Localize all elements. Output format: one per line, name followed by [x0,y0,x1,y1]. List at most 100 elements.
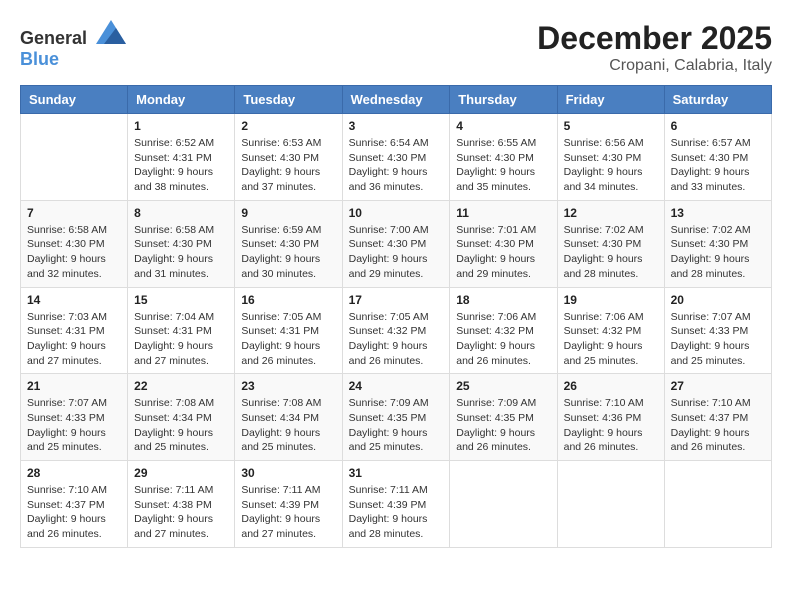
calendar-cell: 12Sunrise: 7:02 AMSunset: 4:30 PMDayligh… [557,200,664,287]
day-number: 21 [27,379,121,393]
day-info: Sunrise: 7:09 AMSunset: 4:35 PMDaylight:… [349,396,444,455]
calendar-cell: 30Sunrise: 7:11 AMSunset: 4:39 PMDayligh… [235,461,342,548]
calendar-cell: 10 Sunrise: 7:00 AMSunset: 4:30 PMDayligh… [342,200,450,287]
day-info: Sunrise: 7:11 AMSunset: 4:39 PMDaylight:… [349,483,444,542]
weekday-header-sunday: Sunday [21,86,128,114]
logo-general: General [20,28,87,48]
day-number: 8 [134,206,228,220]
calendar-cell [450,461,557,548]
day-number: 25 [456,379,550,393]
day-info: Sunrise: 7:02 AMSunset: 4:30 PMDaylight:… [564,223,658,282]
day-info: Sunrise: 7:05 AMSunset: 4:32 PMDaylight:… [349,310,444,369]
day-number: 24 [349,379,444,393]
day-info: Sunrise: 7:02 AMSunset: 4:30 PMDaylight:… [671,223,765,282]
day-number: 5 [564,119,658,133]
calendar-cell: 31 Sunrise: 7:11 AMSunset: 4:39 PMDayligh… [342,461,450,548]
calendar-cell: 15 Sunrise: 7:04 AMSunset: 4:31 PMDayligh… [128,287,235,374]
day-info: Sunrise: 7:07 AMSunset: 4:33 PMDaylight:… [27,396,121,455]
day-number: 18 [456,293,550,307]
calendar-cell: 23 Sunrise: 7:08 AMSunset: 4:34 PMDayligh… [235,374,342,461]
calendar-cell: 29Sunrise: 7:11 AMSunset: 4:38 PMDayligh… [128,461,235,548]
day-number: 31 [349,466,444,480]
calendar-cell [664,461,771,548]
calendar-cell: 9 Sunrise: 6:59 AMSunset: 4:30 PMDaylight… [235,200,342,287]
calendar-week-row: 7 Sunrise: 6:58 AMSunset: 4:30 PMDaylight… [21,200,772,287]
day-info: Sunrise: 7:10 AMSunset: 4:36 PMDaylight:… [564,396,658,455]
calendar-cell: 8 Sunrise: 6:58 AMSunset: 4:30 PMDaylight… [128,200,235,287]
calendar-cell: 24 Sunrise: 7:09 AMSunset: 4:35 PMDayligh… [342,374,450,461]
location-title: Cropani, Calabria, Italy [537,57,772,75]
month-title: December 2025 [537,20,772,57]
day-info: Sunrise: 7:11 AMSunset: 4:39 PMDaylight:… [241,483,335,542]
calendar-cell: 14Sunrise: 7:03 AMSunset: 4:31 PMDayligh… [21,287,128,374]
calendar-week-row: 1Sunrise: 6:52 AMSunset: 4:31 PMDaylight… [21,114,772,201]
day-number: 29 [134,466,228,480]
calendar-cell: 28 Sunrise: 7:10 AMSunset: 4:37 PMDayligh… [21,461,128,548]
day-number: 2 [241,119,335,133]
day-info: Sunrise: 7:08 AMSunset: 4:34 PMDaylight:… [241,396,335,455]
weekday-header-saturday: Saturday [664,86,771,114]
day-number: 15 [134,293,228,307]
day-info: Sunrise: 7:06 AMSunset: 4:32 PMDaylight:… [564,310,658,369]
day-info: Sunrise: 7:01 AMSunset: 4:30 PMDaylight:… [456,223,550,282]
calendar-cell: 4 Sunrise: 6:55 AMSunset: 4:30 PMDaylight… [450,114,557,201]
day-number: 4 [456,119,550,133]
calendar-cell: 25 Sunrise: 7:09 AMSunset: 4:35 PMDayligh… [450,374,557,461]
day-info: Sunrise: 7:07 AMSunset: 4:33 PMDaylight:… [671,310,765,369]
calendar-cell: 26 Sunrise: 7:10 AMSunset: 4:36 PMDayligh… [557,374,664,461]
day-info: Sunrise: 7:00 AMSunset: 4:30 PMDaylight:… [349,223,444,282]
calendar-cell: 21 Sunrise: 7:07 AMSunset: 4:33 PMDayligh… [21,374,128,461]
calendar-cell: 5 Sunrise: 6:56 AMSunset: 4:30 PMDaylight… [557,114,664,201]
day-number: 10 [349,206,444,220]
day-info: Sunrise: 6:57 AMSunset: 4:30 PMDaylight:… [671,136,765,195]
calendar-cell: 13 Sunrise: 7:02 AMSunset: 4:30 PMDayligh… [664,200,771,287]
weekday-header-tuesday: Tuesday [235,86,342,114]
day-number: 19 [564,293,658,307]
page-header: General Blue December 2025 Cropani, Cala… [20,20,772,75]
day-number: 16 [241,293,335,307]
day-number: 9 [241,206,335,220]
calendar-cell: 11 Sunrise: 7:01 AMSunset: 4:30 PMDayligh… [450,200,557,287]
calendar-cell: 18Sunrise: 7:06 AMSunset: 4:32 PMDayligh… [450,287,557,374]
day-number: 26 [564,379,658,393]
title-block: December 2025 Cropani, Calabria, Italy [537,20,772,75]
day-info: Sunrise: 7:04 AMSunset: 4:31 PMDaylight:… [134,310,228,369]
day-info: Sunrise: 6:52 AMSunset: 4:31 PMDaylight:… [134,136,228,195]
day-info: Sunrise: 7:05 AMSunset: 4:31 PMDaylight:… [241,310,335,369]
day-number: 28 [27,466,121,480]
day-number: 22 [134,379,228,393]
day-info: Sunrise: 6:58 AMSunset: 4:30 PMDaylight:… [27,223,121,282]
logo-blue: Blue [20,49,59,69]
day-number: 13 [671,206,765,220]
day-info: Sunrise: 6:56 AMSunset: 4:30 PMDaylight:… [564,136,658,195]
day-number: 3 [349,119,444,133]
calendar-cell: 17Sunrise: 7:05 AMSunset: 4:32 PMDayligh… [342,287,450,374]
day-info: Sunrise: 7:09 AMSunset: 4:35 PMDaylight:… [456,396,550,455]
day-number: 14 [27,293,121,307]
calendar-cell: 19 Sunrise: 7:06 AMSunset: 4:32 PMDayligh… [557,287,664,374]
day-info: Sunrise: 6:55 AMSunset: 4:30 PMDaylight:… [456,136,550,195]
calendar-cell: 22Sunrise: 7:08 AMSunset: 4:34 PMDayligh… [128,374,235,461]
calendar-week-row: 14Sunrise: 7:03 AMSunset: 4:31 PMDayligh… [21,287,772,374]
day-number: 23 [241,379,335,393]
calendar-week-row: 21 Sunrise: 7:07 AMSunset: 4:33 PMDayligh… [21,374,772,461]
day-info: Sunrise: 6:59 AMSunset: 4:30 PMDaylight:… [241,223,335,282]
day-info: Sunrise: 7:10 AMSunset: 4:37 PMDaylight:… [27,483,121,542]
day-number: 20 [671,293,765,307]
weekday-header-monday: Monday [128,86,235,114]
logo: General Blue [20,20,126,70]
calendar-table: SundayMondayTuesdayWednesdayThursdayFrid… [20,85,772,548]
day-info: Sunrise: 6:54 AMSunset: 4:30 PMDaylight:… [349,136,444,195]
calendar-cell: 7 Sunrise: 6:58 AMSunset: 4:30 PMDaylight… [21,200,128,287]
day-number: 27 [671,379,765,393]
calendar-cell: 1Sunrise: 6:52 AMSunset: 4:31 PMDaylight… [128,114,235,201]
logo-icon [96,20,126,44]
calendar-cell [21,114,128,201]
day-number: 11 [456,206,550,220]
day-number: 7 [27,206,121,220]
day-info: Sunrise: 7:10 AMSunset: 4:37 PMDaylight:… [671,396,765,455]
calendar-week-row: 28 Sunrise: 7:10 AMSunset: 4:37 PMDayligh… [21,461,772,548]
day-info: Sunrise: 6:58 AMSunset: 4:30 PMDaylight:… [134,223,228,282]
calendar-cell: 6Sunrise: 6:57 AMSunset: 4:30 PMDaylight… [664,114,771,201]
calendar-cell [557,461,664,548]
